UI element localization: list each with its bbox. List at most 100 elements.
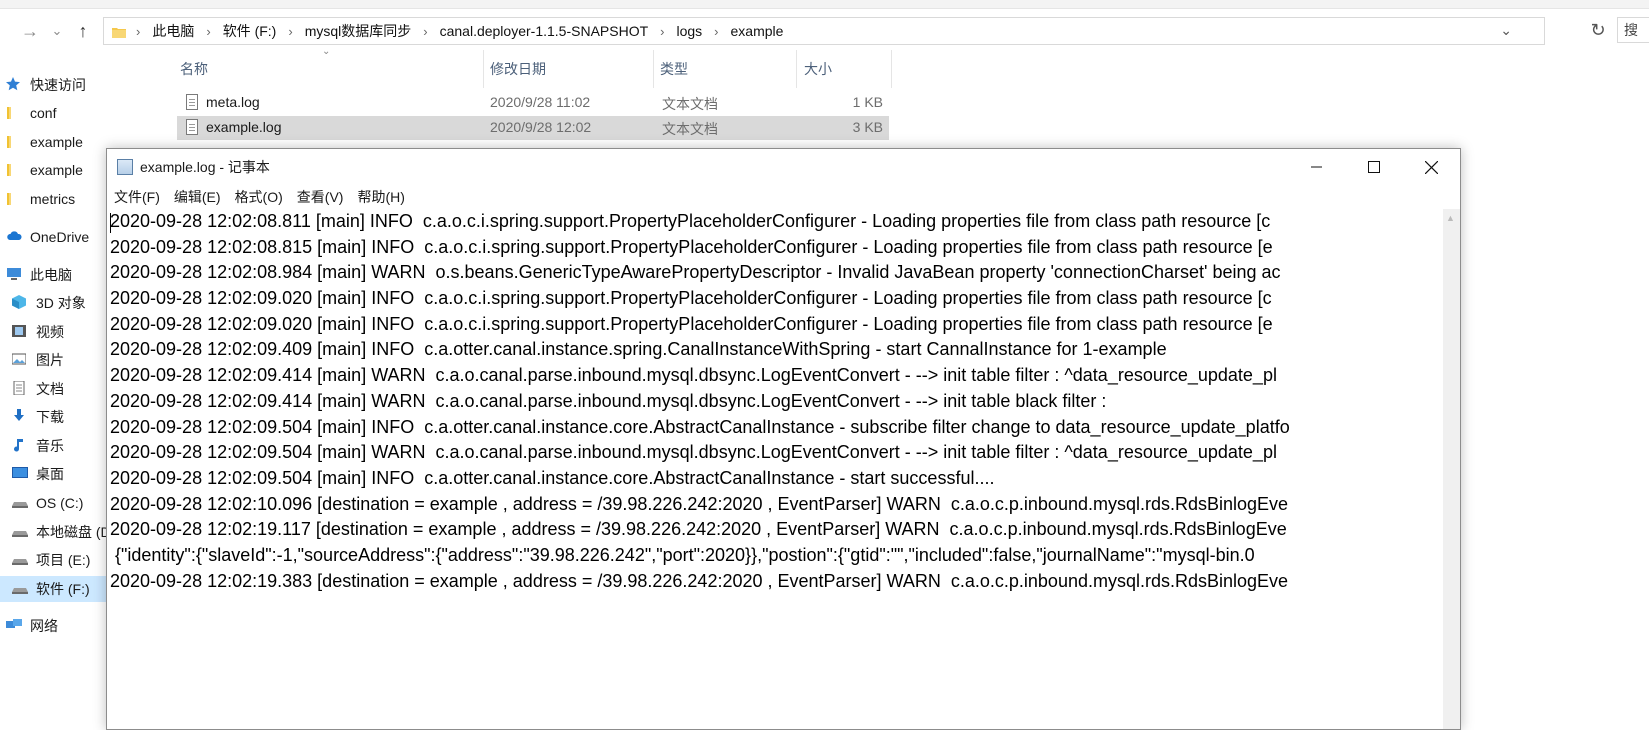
- search-input[interactable]: 搜: [1617, 17, 1649, 43]
- menu-item[interactable]: 格式(O): [235, 187, 283, 207]
- download-icon: [12, 409, 28, 425]
- log-line: 2020-09-28 12:02:19.383 [destination = e…: [110, 570, 1289, 591]
- sidebar-item-label: example: [30, 162, 83, 178]
- column-header-modified[interactable]: 修改日期: [490, 56, 546, 82]
- maximize-icon: [1368, 161, 1380, 173]
- file-modified: 2020/9/28 12:02: [490, 119, 592, 135]
- cube-icon: [12, 295, 28, 311]
- sidebar-item[interactable]: example: [0, 157, 112, 183]
- sidebar-item[interactable]: 桌面: [0, 461, 112, 487]
- close-button[interactable]: [1403, 149, 1459, 185]
- sidebar-item[interactable]: 音乐: [0, 433, 112, 459]
- sidebar-item[interactable]: 3D 对象: [0, 290, 112, 316]
- notepad-icon: [117, 159, 133, 175]
- breadcrumb-item[interactable]: mysql数据库同步: [305, 21, 412, 41]
- sidebar-item[interactable]: 下载: [0, 404, 112, 430]
- sidebar-item-label: 音乐: [36, 438, 64, 454]
- text-caret: [110, 213, 111, 233]
- sort-chevron-icon: ⌄: [322, 46, 331, 57]
- sidebar-item[interactable]: 项目 (E:): [0, 547, 112, 573]
- address-bar[interactable]: › 此电脑 › 软件 (F:) › mysql数据库同步 › canal.deployer-…: [103, 17, 1545, 45]
- menu-item[interactable]: 编辑(E): [174, 187, 221, 207]
- menu-bar: 文件(F) 编辑(E) 格式(O) 查看(V) 帮助(H): [107, 185, 1460, 209]
- sidebar-item[interactable]: example: [0, 129, 112, 155]
- sidebar-item[interactable]: OneDrive: [0, 224, 112, 250]
- breadcrumb-item[interactable]: 此电脑: [152, 21, 194, 41]
- chevron-right-icon[interactable]: ›: [423, 24, 427, 39]
- column-header-type[interactable]: 类型: [660, 56, 688, 82]
- breadcrumb-item[interactable]: 软件 (F:): [223, 21, 277, 41]
- sidebar-item[interactable]: 文档: [0, 376, 112, 402]
- column-header-name[interactable]: 名称: [180, 56, 208, 82]
- drive-icon: [12, 552, 28, 568]
- sidebar-item[interactable]: metrics: [0, 186, 112, 212]
- document-icon: [12, 380, 28, 397]
- navigation-pane: 快速访问 conf example example metrics OneDrive 此电脑…: [0, 70, 112, 714]
- file-row[interactable]: example.log 2020/9/28 12:02 文本文档 3 KB: [177, 116, 889, 140]
- sidebar-item[interactable]: 软件 (F:): [0, 576, 112, 602]
- sidebar-item[interactable]: 本地磁盘 (D: [0, 519, 112, 545]
- file-size: 3 KB: [852, 119, 883, 135]
- picture-icon: [11, 352, 28, 368]
- sidebar-item[interactable]: 图片: [0, 347, 112, 373]
- column-divider[interactable]: [653, 50, 654, 88]
- text-file-icon: [186, 94, 198, 110]
- maximize-button[interactable]: [1346, 149, 1402, 185]
- file-name: meta.log: [206, 94, 260, 110]
- breadcrumb-item[interactable]: canal.deployer-1.1.5-SNAPSHOT: [440, 23, 649, 39]
- breadcrumb-item[interactable]: example: [731, 23, 784, 39]
- chevron-right-icon[interactable]: ›: [714, 24, 718, 39]
- column-divider[interactable]: [483, 50, 484, 88]
- ribbon-strip: [0, 0, 1649, 9]
- title-bar[interactable]: example.log - 记事本: [107, 149, 1460, 185]
- menu-item[interactable]: 文件(F): [114, 187, 160, 207]
- sidebar-item[interactable]: OS (C:): [0, 490, 112, 516]
- search-label: 搜: [1624, 22, 1638, 38]
- chevron-right-icon[interactable]: ›: [206, 24, 210, 39]
- chevron-down-icon[interactable]: ⌄: [1500, 22, 1512, 39]
- minimize-button[interactable]: [1289, 149, 1345, 185]
- column-divider[interactable]: [796, 50, 797, 88]
- refresh-icon[interactable]: ↻: [1584, 17, 1612, 43]
- column-header-size[interactable]: 大小: [804, 56, 832, 82]
- music-icon: [12, 438, 28, 454]
- sidebar-item-label: metrics: [30, 191, 76, 207]
- sidebar-item-label: OneDrive: [30, 229, 90, 245]
- sidebar-item[interactable]: 快速访问: [0, 72, 112, 98]
- scroll-up-arrow-icon[interactable]: ▲: [1446, 213, 1455, 223]
- drive-icon: [12, 581, 28, 597]
- up-arrow-icon[interactable]: ↑: [70, 14, 96, 48]
- chevron-right-icon: ›: [136, 23, 141, 39]
- folder-icon: [6, 191, 22, 207]
- network-icon: [6, 618, 22, 634]
- chevron-right-icon[interactable]: ›: [660, 24, 664, 39]
- breadcrumb: 此电脑 › 软件 (F:) › mysql数据库同步 › canal.deployer-1.…: [152, 21, 783, 41]
- log-line: 2020-09-28 12:02:09.414 [main] WARN c.a.…: [110, 390, 1107, 411]
- sidebar-item[interactable]: conf: [0, 100, 112, 126]
- sidebar-item-label: conf: [30, 105, 57, 121]
- text-file-icon: [186, 119, 198, 135]
- folder-icon: [6, 105, 22, 121]
- minimize-icon: [1311, 166, 1322, 168]
- back-icon[interactable]: →: [17, 14, 43, 48]
- sidebar-item-label: 软件 (F:): [36, 581, 90, 597]
- file-row[interactable]: meta.log 2020/9/28 11:02 文本文档 1 KB: [177, 91, 889, 115]
- sidebar-item[interactable]: 网络: [0, 613, 112, 639]
- recent-locations-chevron-icon[interactable]: ⌄: [44, 14, 70, 48]
- sidebar-item[interactable]: 此电脑: [0, 262, 112, 288]
- vertical-scrollbar[interactable]: ▲: [1443, 209, 1460, 729]
- log-line: 2020-09-28 12:02:09.504 [main] INFO c.a.…: [110, 416, 1290, 437]
- sidebar-item-label: 3D 对象: [36, 295, 86, 311]
- text-editor[interactable]: 2020-09-28 12:02:08.811 [main] INFO c.a.…: [110, 209, 1440, 729]
- computer-icon: [6, 267, 22, 283]
- breadcrumb-item[interactable]: logs: [676, 23, 702, 39]
- log-line: {"identity":{"slaveId":-1,"sourceAddress…: [110, 544, 1255, 565]
- column-divider[interactable]: [891, 50, 892, 88]
- menu-item[interactable]: 帮助(H): [357, 187, 404, 207]
- sidebar-item[interactable]: 视频: [0, 319, 112, 345]
- menu-item[interactable]: 查看(V): [297, 187, 344, 207]
- chevron-right-icon[interactable]: ›: [288, 24, 292, 39]
- sidebar-item-label: 下载: [36, 409, 64, 425]
- folder-icon: [112, 25, 126, 38]
- log-line: 2020-09-28 12:02:08.984 [main] WARN o.s.…: [110, 262, 1281, 283]
